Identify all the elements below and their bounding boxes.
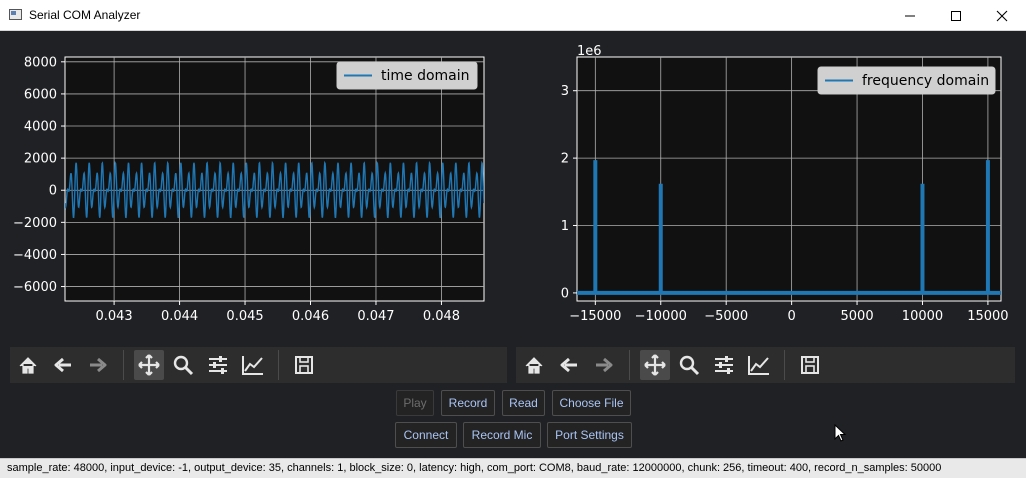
frequency-x-tick-label: −15000 [569, 309, 621, 324]
pan-icon [644, 354, 666, 376]
save-icon [801, 356, 819, 374]
back-button[interactable] [554, 350, 584, 380]
zoom-icon [173, 355, 194, 376]
home-button[interactable] [13, 350, 43, 380]
frequency-domain-legend: frequency domain [817, 66, 996, 95]
frequency-x-tick-label: 0 [787, 309, 795, 324]
record-mic-button[interactable]: Record Mic [463, 422, 541, 448]
edit-axis-button[interactable] [238, 350, 268, 380]
forward-button[interactable] [83, 350, 113, 380]
zoom-button[interactable] [674, 350, 704, 380]
maximize-button[interactable] [933, 0, 979, 31]
legend-label: frequency domain [862, 73, 989, 89]
forward-arrow-icon [596, 357, 613, 373]
frequency-x-tick-label: 15000 [967, 309, 1008, 324]
save-button[interactable] [289, 350, 319, 380]
status-bar: sample_rate: 48000, input_device: -1, ou… [0, 458, 1026, 478]
app-icon [9, 9, 22, 20]
save-button[interactable] [795, 350, 825, 380]
frequency-x-tick-label: −10000 [635, 309, 687, 324]
back-arrow-icon [560, 357, 577, 373]
frequency-domain-plot[interactable]: −15000 −10000 −5000 0 5000 10000 15000 0 1 2 3 1e6… [0, 31, 1026, 347]
time-domain-toolbar [10, 347, 507, 383]
mouse-cursor-icon [834, 424, 847, 442]
edit-axis-icon [748, 356, 769, 375]
home-icon [525, 357, 543, 374]
port-settings-button[interactable]: Port Settings [547, 422, 632, 448]
edit-axis-icon [242, 356, 263, 375]
connect-button[interactable]: Connect [395, 422, 457, 448]
forward-arrow-icon [90, 357, 107, 373]
frequency-x-tick-label: 5000 [841, 309, 874, 324]
forward-button[interactable] [589, 350, 619, 380]
zoom-button[interactable] [168, 350, 198, 380]
play-button[interactable]: Play [396, 390, 434, 416]
configure-subplots-button[interactable] [709, 350, 739, 380]
frequency-y-tick-label: 0 [561, 286, 569, 301]
frequency-x-tick-label: 10000 [902, 309, 943, 324]
maximize-icon [951, 11, 961, 21]
window-title: Serial COM Analyzer [29, 8, 141, 22]
title-bar: Serial COM Analyzer [0, 0, 1026, 31]
edit-axis-button[interactable] [744, 350, 774, 380]
zoom-icon [679, 355, 700, 376]
close-button[interactable] [979, 0, 1025, 31]
frequency-domain-toolbar [516, 347, 1015, 383]
frequency-y-tick-label: 3 [561, 84, 569, 99]
pan-button[interactable] [134, 350, 164, 380]
back-button[interactable] [48, 350, 78, 380]
pan-icon [138, 354, 160, 376]
configure-subplots-button[interactable] [203, 350, 233, 380]
frequency-y-tick-label: 1 [561, 219, 569, 234]
minimize-icon [905, 15, 915, 17]
save-icon [295, 356, 313, 374]
choose-file-button[interactable]: Choose File [552, 390, 631, 416]
frequency-x-tick-label: −5000 [704, 309, 748, 324]
record-button[interactable]: Record [441, 390, 495, 416]
pan-button[interactable] [640, 350, 670, 380]
close-icon [996, 10, 1008, 22]
configure-subplots-icon [715, 356, 733, 374]
read-button[interactable]: Read [502, 390, 545, 416]
minimize-button[interactable] [887, 0, 933, 31]
status-text: sample_rate: 48000, input_device: -1, ou… [7, 462, 942, 474]
back-arrow-icon [54, 357, 71, 373]
frequency-y-tick-label: 2 [561, 152, 569, 167]
home-button[interactable] [519, 350, 549, 380]
y-scale-label: 1e6 [577, 44, 602, 59]
home-icon [19, 357, 37, 374]
configure-subplots-icon [209, 356, 227, 374]
